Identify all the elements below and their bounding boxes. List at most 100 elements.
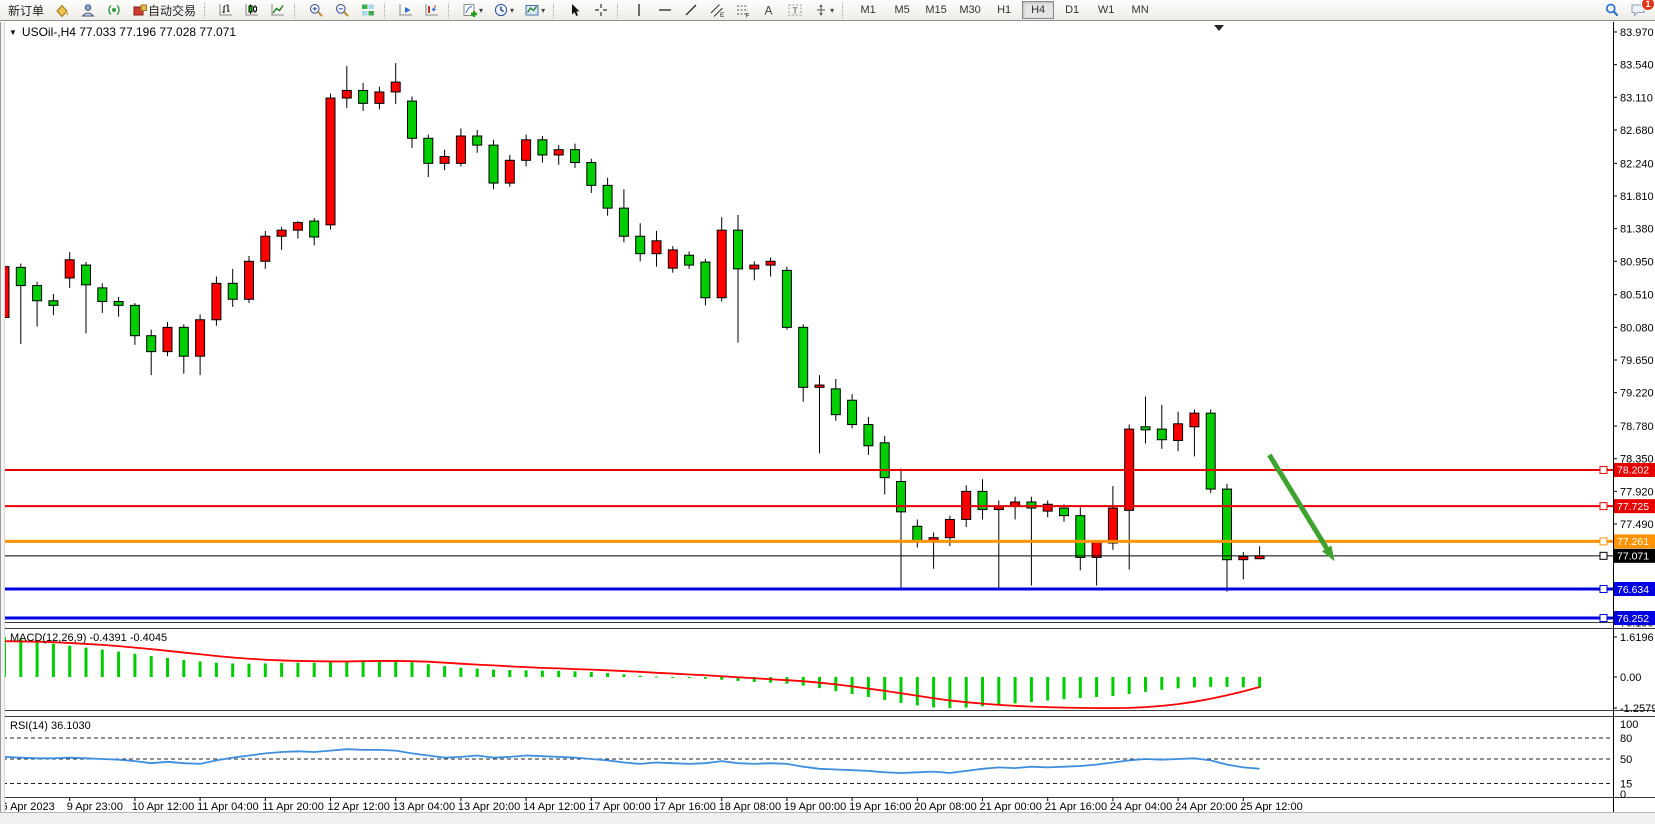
tab-timeframe-m1[interactable]: M1 (852, 1, 884, 19)
svg-text:77.261: 77.261 (1617, 536, 1649, 548)
crosshair-button[interactable] (589, 0, 613, 20)
community-button[interactable] (76, 0, 100, 20)
fibonacci-icon: F (735, 2, 751, 18)
signals-button[interactable] (102, 0, 126, 20)
tile-windows-icon (360, 2, 376, 18)
toolbar-separator (448, 3, 453, 18)
trendline-button[interactable] (679, 0, 703, 20)
chart-candles-button[interactable] (240, 0, 264, 20)
mt4-window: 新订单 自动交易 ▾ ▾ ▾ E F A T ▾ M (0, 0, 1655, 824)
svg-text:83.540: 83.540 (1620, 60, 1654, 72)
autotrade-button[interactable]: 自动交易 (128, 0, 200, 20)
svg-text:76.634: 76.634 (1617, 584, 1649, 596)
svg-text:80.510: 80.510 (1620, 290, 1654, 302)
svg-text:82.680: 82.680 (1620, 125, 1654, 137)
zoom-in-icon (308, 2, 324, 18)
tab-timeframe-w1[interactable]: W1 (1090, 1, 1122, 19)
svg-text:78.202: 78.202 (1617, 465, 1649, 477)
svg-text:81.810: 81.810 (1620, 191, 1654, 203)
vertical-line-icon (631, 2, 647, 18)
zoom-out-button[interactable] (330, 0, 354, 20)
svg-text:80.080: 80.080 (1620, 322, 1654, 334)
templates-button[interactable]: ▾ (520, 0, 549, 20)
horizontal-line-button[interactable] (653, 0, 677, 20)
svg-text:81.380: 81.380 (1620, 224, 1654, 236)
line-handle (1600, 615, 1607, 622)
chart-title-text: USOil-,H4 77.033 77.196 77.028 77.071 (22, 25, 236, 39)
auto-scroll-button[interactable] (394, 0, 418, 20)
tile-windows-button[interactable] (356, 0, 380, 20)
svg-text:79.220: 79.220 (1620, 388, 1654, 400)
line-handle (1600, 552, 1607, 559)
text-button[interactable]: A (757, 0, 781, 20)
chart-bars-icon (218, 2, 234, 18)
indicators-button[interactable]: ▾ (458, 0, 487, 20)
macd-indicator (3, 637, 1261, 708)
chart-shift-icon (424, 2, 440, 18)
channel-button[interactable]: E (705, 0, 729, 20)
chart-candles-icon (244, 2, 260, 18)
tab-timeframe-d1[interactable]: D1 (1056, 1, 1088, 19)
svg-text:80.950: 80.950 (1620, 256, 1654, 268)
svg-text:83.970: 83.970 (1620, 27, 1654, 39)
periods-button[interactable]: ▾ (489, 0, 518, 20)
cursor-button[interactable] (563, 0, 587, 20)
status-bar (0, 812, 1655, 824)
tab-timeframe-h1[interactable]: H1 (988, 1, 1020, 19)
vertical-line-button[interactable] (627, 0, 651, 20)
svg-text:79.650: 79.650 (1620, 355, 1654, 367)
chart-bars-button[interactable] (214, 0, 238, 20)
chevron-down-icon: ▾ (830, 6, 834, 15)
profile-icon (80, 2, 96, 18)
collapse-arrow-icon[interactable]: ▼ (9, 28, 17, 37)
toolbar-separator (384, 3, 389, 18)
zoom-in-button[interactable] (304, 0, 328, 20)
new-order-button[interactable]: 新订单 (4, 0, 48, 20)
tab-timeframe-m15[interactable]: M15 (920, 1, 952, 19)
svg-text:100: 100 (1620, 719, 1638, 731)
toolbar: 新订单 自动交易 ▾ ▾ ▾ E F A T ▾ M (0, 0, 1655, 21)
chevron-down-icon: ▾ (479, 6, 483, 15)
rsi-indicator (3, 738, 1613, 784)
svg-text:A: A (765, 4, 773, 18)
arrows-icon (813, 2, 829, 18)
svg-text:78.780: 78.780 (1620, 421, 1654, 433)
time-axis: 6 Apr 20239 Apr 23:0010 Apr 12:0011 Apr … (2, 798, 1303, 814)
toolbar-separator (842, 3, 847, 18)
macd-label: MACD(12,26,9) -0.4391 -0.4045 (10, 632, 167, 644)
svg-text:77.920: 77.920 (1620, 486, 1654, 498)
templates-icon (524, 2, 540, 18)
chat-button[interactable]: 1 (1626, 0, 1651, 20)
chart-shift-button[interactable] (420, 0, 444, 20)
chart-area[interactable]: 83.97083.54083.11082.68082.24081.81081.3… (0, 22, 1655, 824)
fibonacci-button[interactable]: F (731, 0, 755, 20)
channel-icon: E (709, 2, 725, 18)
tab-timeframe-mn[interactable]: MN (1124, 1, 1156, 19)
svg-text:77.071: 77.071 (1617, 551, 1649, 563)
svg-text:76.252: 76.252 (1617, 613, 1649, 625)
toolbar-separator (204, 3, 209, 18)
styler-button[interactable] (50, 0, 74, 20)
pane-separators[interactable] (0, 623, 1655, 798)
horizontal-line-icon (657, 2, 673, 18)
tab-timeframe-h4[interactable]: H4 (1022, 1, 1054, 19)
chart-line-icon (270, 2, 286, 18)
tab-timeframe-m30[interactable]: M30 (954, 1, 986, 19)
horizontal-lines[interactable] (3, 466, 1613, 621)
line-handle (1600, 586, 1607, 593)
toolbar-separator (553, 3, 558, 18)
chevron-down-icon: ▾ (541, 6, 545, 15)
candlestick-series (0, 63, 1264, 591)
line-handle (1600, 466, 1607, 473)
search-button[interactable] (1600, 0, 1624, 20)
cursor-icon (567, 2, 583, 18)
tab-timeframe-m5[interactable]: M5 (886, 1, 918, 19)
text-label-button[interactable]: T (783, 0, 807, 20)
svg-text:F: F (746, 13, 750, 19)
chart-canvas[interactable]: 83.97083.54083.11082.68082.24081.81081.3… (0, 22, 1655, 824)
svg-text:83.110: 83.110 (1620, 92, 1653, 104)
clock-icon (493, 2, 509, 18)
chart-left-edge (0, 22, 5, 812)
shapes-button[interactable]: ▾ (809, 0, 838, 20)
chart-line-button[interactable] (266, 0, 290, 20)
